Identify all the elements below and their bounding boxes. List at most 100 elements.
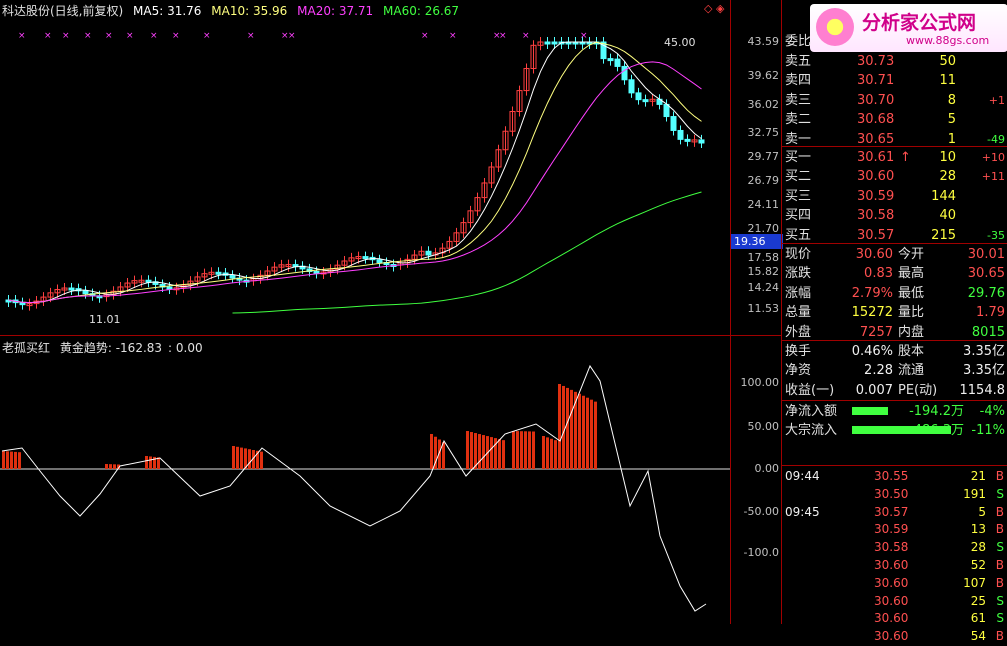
book-volume: 5 [947, 112, 956, 128]
flow-value: -194.2万 [909, 404, 964, 419]
order-book-row[interactable]: 卖五 30.73 50 [782, 52, 1007, 71]
indicator-bar [562, 385, 565, 469]
indicator-bar [550, 438, 553, 469]
tick-volume: 21 [970, 469, 986, 483]
candle-body [362, 256, 369, 260]
book-price: 30.59 [857, 188, 895, 204]
indicator-bar [570, 389, 573, 469]
quote-value: 3.35亿 [963, 363, 1005, 379]
indicator-bar [482, 435, 485, 469]
quote-divider [782, 340, 1007, 341]
order-book-row[interactable]: 卖三 30.70 8 +1 [782, 91, 1007, 110]
price-axis-label: 32.75 [747, 126, 780, 139]
indicator-bar [109, 464, 112, 469]
indicator-bar [474, 433, 477, 469]
indicator-bar [590, 399, 593, 469]
high-annotation: 45.00 [664, 36, 696, 49]
x-marker: × [105, 31, 113, 41]
x-marker: × [421, 31, 429, 41]
candle-body [698, 139, 705, 144]
book-label: 买三 [785, 188, 812, 204]
quote-label: 总量 [785, 305, 812, 321]
tick-row[interactable]: 30.60 54 B [782, 628, 1007, 646]
book-volume: 28 [939, 169, 956, 185]
order-book-row[interactable]: 买二 30.60 28 +11 [782, 167, 1007, 186]
tick-row[interactable]: 30.60 107 B [782, 575, 1007, 593]
indicator-bar [516, 431, 519, 469]
tick-volume: 107 [963, 575, 986, 590]
tick-price: 30.50 [874, 486, 909, 501]
candle-body [425, 250, 432, 256]
x-markers: × × × × × × × × × × × × × × ×× × × [18, 31, 588, 41]
tick-time: 09:44 [785, 469, 820, 483]
price-chart[interactable]: × × × × × × × × × × × × × × ×× × × [0, 0, 730, 335]
candle-body [628, 79, 635, 94]
indicator-bar [113, 464, 116, 469]
tick-row[interactable]: 30.50 191 S [782, 486, 1007, 504]
indicator-chart[interactable] [0, 336, 730, 624]
tick-price: 30.59 [874, 522, 909, 537]
indicator-bar [10, 451, 13, 469]
price-axis-label: 14.24 [747, 281, 780, 294]
tick-row[interactable]: 30.58 28 S [782, 539, 1007, 557]
quote-label: 换手 [785, 344, 812, 359]
tick-volume: 13 [970, 522, 986, 537]
book-price: 30.60 [857, 169, 895, 185]
order-book-row[interactable]: 买五 30.57 215 -35 [782, 226, 1007, 245]
candle-body [642, 99, 649, 103]
candle-body [670, 116, 677, 131]
tick-volume: 52 [970, 558, 986, 572]
tick-row[interactable]: 30.60 61 S [782, 610, 1007, 628]
price-axis-label: 39.62 [747, 69, 780, 82]
order-book-row[interactable]: 买一 30.61 ↑ 10 +10 [782, 148, 1007, 167]
quote-value: 3.35亿 [963, 344, 1005, 359]
order-book-row[interactable]: 卖四 30.71 11 [782, 71, 1007, 90]
indicator-axis-label: 50.00 [747, 420, 780, 433]
tick-price: 30.60 [874, 558, 909, 572]
order-book-row[interactable]: 买四 30.58 40 [782, 206, 1007, 225]
candle-body [376, 259, 383, 263]
indicator-bar [594, 401, 597, 469]
book-price: 30.68 [857, 112, 895, 128]
tick-row[interactable]: 09:44 30.55 21 B [782, 468, 1007, 486]
price-axis-label: 11.53 [747, 302, 780, 315]
indicator-axis-label: -100.0 [743, 546, 779, 559]
indicator-bar [502, 440, 505, 469]
book-label: 卖二 [785, 112, 812, 128]
indicator-bar [558, 384, 561, 469]
quote-label: 净资 [785, 363, 812, 379]
indicator-bar [240, 447, 243, 469]
indicator-bar [232, 446, 235, 469]
indicator-bar [478, 434, 481, 469]
x-marker: × [18, 31, 26, 41]
indicator-bar [466, 431, 469, 469]
indicator-axis-label: -50.00 [743, 505, 779, 518]
book-price: 30.70 [857, 92, 895, 108]
x-marker: × [150, 31, 158, 41]
tick-side: B [995, 522, 1004, 537]
order-book-row[interactable]: 卖二 30.68 5 [782, 110, 1007, 129]
quote-row: 涨幅 2.79% 最低 29.76 [782, 284, 1007, 303]
indicator-bar [470, 432, 473, 469]
tick-price: 30.60 [874, 593, 909, 608]
tick-row[interactable]: 30.60 25 S [782, 593, 1007, 611]
x-marker: × [247, 31, 255, 41]
book-price: 30.61 [857, 150, 895, 165]
indicator-bar [528, 431, 531, 469]
quote-value: 7257 [859, 324, 893, 340]
tick-row[interactable]: 09:45 30.57 5 B [782, 504, 1007, 522]
x-marker: × [449, 31, 457, 41]
candle-body [663, 103, 670, 118]
flower-icon [816, 8, 854, 46]
book-price: 30.73 [857, 54, 895, 69]
low-annotation: 11.01 [89, 313, 121, 326]
indicator-axis-label: 100.00 [740, 376, 780, 389]
flow-bar [852, 407, 888, 415]
indicator-bar [105, 464, 108, 469]
tick-row[interactable]: 30.60 52 B [782, 557, 1007, 575]
indicator-bar [6, 451, 9, 469]
tick-row[interactable]: 30.59 13 B [782, 521, 1007, 539]
candle-body [677, 129, 684, 140]
order-book-row[interactable]: 买三 30.59 144 [782, 187, 1007, 206]
order-book-title: 委比 [785, 34, 812, 49]
